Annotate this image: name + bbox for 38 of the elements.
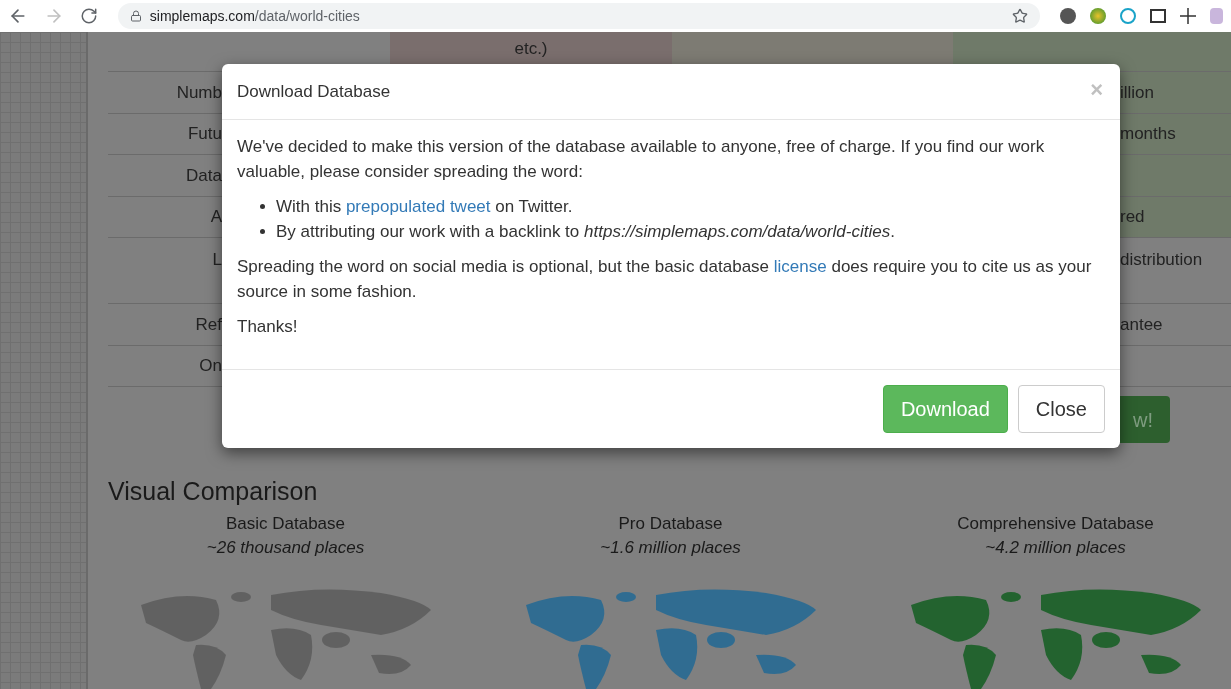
extension-icon[interactable] (1060, 8, 1076, 24)
table-cell-text: distribution (1120, 249, 1204, 272)
map-title: Comprehensive Database (957, 513, 1154, 536)
screenshot-icon[interactable] (1150, 9, 1166, 23)
map-subtitle: ~1.6 million places (600, 537, 741, 560)
tweet-link[interactable]: prepopulated tweet (345, 197, 491, 216)
move-icon[interactable] (1180, 8, 1196, 24)
close-dialog-button[interactable]: Close (1017, 385, 1105, 433)
dialog-title: Download Database (237, 80, 391, 103)
section-heading: Visual Comparison (108, 476, 319, 507)
address-bar[interactable]: simplemaps.com/data/world-cities (117, 3, 1040, 29)
map-subtitle: ~26 thousand places (206, 537, 365, 560)
download-button[interactable]: Download (882, 385, 1008, 433)
map-title: Basic Database (225, 513, 346, 536)
table-cell-text: On (198, 355, 222, 378)
star-icon[interactable] (1012, 8, 1028, 24)
table-cell-text: L (211, 249, 222, 272)
table-cell-text: Ref (194, 313, 222, 336)
bullet-item: With this prepopulated tweet on Twitter. (260, 194, 1105, 219)
reload-icon[interactable] (79, 7, 98, 25)
bullet-item: By attributing our work with a backlink to https://simplemaps.com/data/world-cities. (260, 219, 1105, 244)
table-cell-text: A (209, 206, 222, 229)
license-link[interactable]: license (773, 257, 827, 276)
url-text: simplemaps.com/data/world-cities (149, 6, 361, 26)
note-paragraph: Spreading the word on social media is optional, but the basic database license does require you to cite us as your source in some fashion. (237, 256, 1093, 303)
map-subtitle: ~4.2 million places (985, 537, 1126, 560)
table-cell-text: antee (1120, 313, 1164, 336)
table-cell-text: Numb (175, 81, 222, 104)
table-cell-text: Data (185, 164, 222, 187)
globe-icon[interactable] (1090, 8, 1106, 24)
table-cell: red (1120, 196, 1231, 238)
intro-paragraph: We've decided to make this version of the database available to anyone, free of charge. If you find our work valuable, please consider spreading the word: (237, 136, 1046, 183)
lock-icon (129, 10, 142, 22)
table-cell: illion (1120, 72, 1231, 113)
table-cell-text: Futu (186, 123, 222, 146)
thanks-text: Thanks! (237, 316, 299, 338)
table-cell: months (1120, 113, 1231, 155)
map-title: Pro Database (618, 513, 723, 536)
